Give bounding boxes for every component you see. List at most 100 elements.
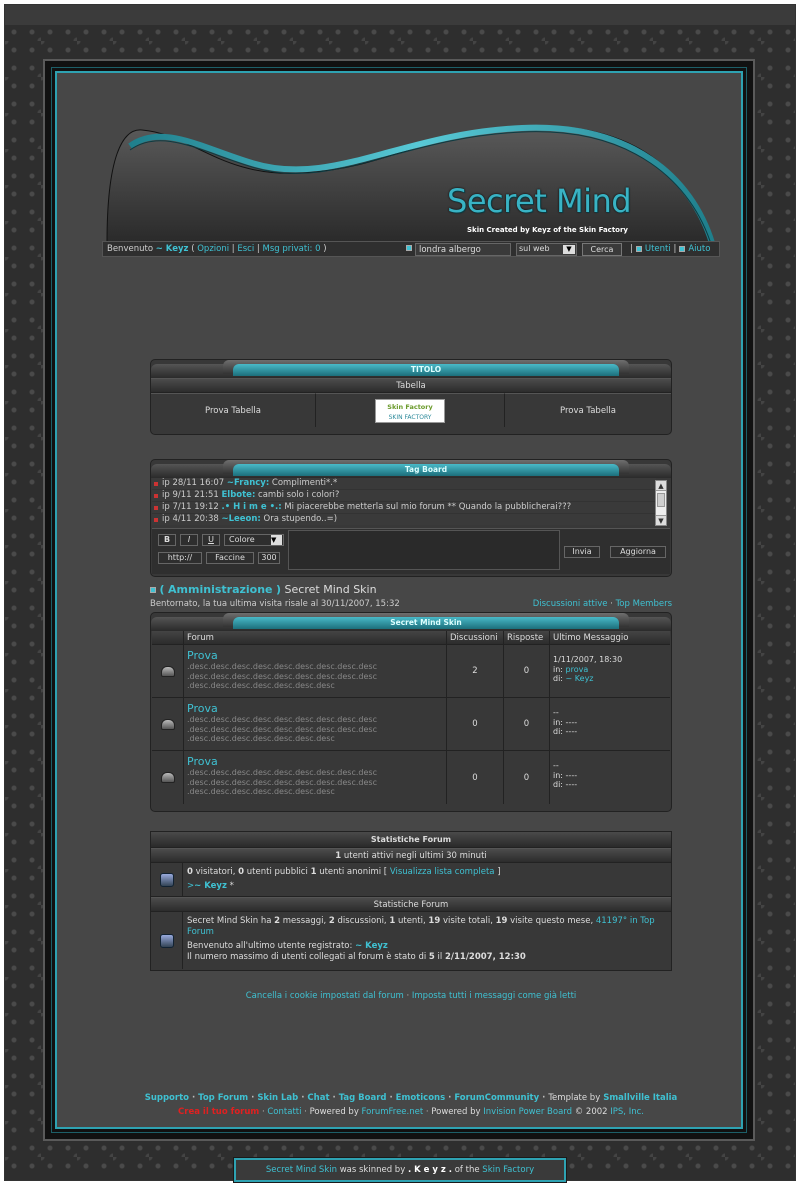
column-topics: Discussioni [447, 631, 504, 644]
content-area: Secret Mind Skin Created by Keyz of the … [51, 67, 747, 1133]
top-members-link[interactable]: Top Members [616, 599, 672, 609]
forum-link[interactable]: Prova [187, 702, 218, 715]
stats-panel: Statistiche Forum 1 utenti attivi negli … [150, 831, 672, 971]
page-background: Secret Mind Skin Created by Keyz of the … [4, 4, 796, 1181]
table-panel: TITOLO Tabella Prova Tabella Skin Factor… [150, 359, 672, 435]
reply-count: 0 [504, 645, 550, 697]
search-input[interactable] [415, 243, 511, 256]
view-full-list-link[interactable]: Visualizza lista completa [390, 867, 495, 877]
skin-name-link[interactable]: Secret Mind Skin [266, 1165, 337, 1175]
footer-link[interactable]: Top Forum [198, 1093, 248, 1103]
tagboard-messages: ip 28/11 16:07 ~Francy: Complimenti*.* i… [152, 478, 656, 525]
underline-button[interactable]: U [202, 534, 220, 546]
online-users-row: 0 visitatori, 0 utenti pubblici 1 utenti… [151, 863, 671, 897]
board-actions: Cancella i cookie impostati dal forum · … [245, 991, 577, 1001]
forum-panel: Secret Mind Skin Forum Discussioni Rispo… [150, 612, 672, 812]
stats-subtitle: Statistiche Forum [151, 897, 671, 912]
logo-subtitle: Skin Created by Keyz of the Skin Factory [467, 226, 628, 234]
newest-member-link[interactable]: ~ Keyz [355, 941, 388, 951]
italic-button[interactable]: I [180, 534, 198, 546]
ipb-link[interactable]: Invision Power Board [483, 1107, 572, 1117]
users-link[interactable]: Utenti [645, 244, 671, 254]
help-icon [679, 245, 686, 252]
footer-link[interactable]: Skin Lab [257, 1093, 298, 1103]
send-button[interactable]: Invia [564, 546, 600, 558]
tagboard-scrollbar[interactable]: ▲ ▼ [655, 480, 667, 526]
template-author-link[interactable]: Smallville Italia [603, 1093, 677, 1103]
welcome-label: Benvenuto [107, 244, 154, 254]
last-post: -- in: ---- di: ---- [553, 708, 578, 736]
footer-link[interactable]: Tag Board [339, 1093, 387, 1103]
reply-count: 0 [504, 698, 550, 750]
active-users-bar: 1 utenti attivi negli ultimi 30 minuti [151, 848, 671, 863]
active-topics-link[interactable]: Discussioni attive [533, 599, 608, 609]
welcome-back-text: Bentornato, la tua ultima visita risale … [150, 599, 400, 609]
panel-tab: Secret Mind Skin [151, 613, 671, 631]
tag-message: ip 7/11 19:12 .• H i m e •.: Mi piacereb… [152, 502, 656, 514]
stats-title: Statistiche Forum [151, 832, 671, 848]
forum-table: Forum Discussioni Risposte Ultimo Messag… [152, 631, 670, 804]
help-link[interactable]: Aiuto [688, 244, 710, 254]
users-online-icon [151, 863, 183, 896]
category-link[interactable]: Amministrazione [168, 583, 272, 596]
topic-count: 0 [447, 751, 504, 804]
footer-link[interactable]: Emoticons [396, 1093, 445, 1103]
forum-link[interactable]: Prova [187, 649, 218, 662]
create-forum-link[interactable]: Crea il tuo forum [178, 1107, 259, 1117]
skin-factory-logo: Skin Factory SKIN FACTORY [375, 398, 445, 423]
message-textarea[interactable] [288, 530, 560, 570]
header-banner: Secret Mind Skin Created by Keyz of the … [102, 118, 720, 248]
column-forum: Forum [184, 631, 447, 644]
topic-count: 2 [447, 645, 504, 697]
chevron-down-icon: ▼ [563, 245, 575, 254]
forum-description: .desc.desc.desc.desc.desc.desc.desc.desc… [187, 768, 377, 796]
search-button[interactable]: Cerca [582, 243, 622, 256]
footer-link[interactable]: Supporto [145, 1093, 189, 1103]
color-select[interactable]: Colore ▼ [224, 534, 284, 546]
last-post-author-link[interactable]: ~ Keyz [566, 674, 594, 683]
ip-marker-icon [154, 506, 158, 510]
forumfree-link[interactable]: ForumFree.net [362, 1107, 424, 1117]
paren-close: ) [323, 244, 327, 254]
paren-open: ( [159, 583, 165, 596]
panel-tab: Tag Board [151, 460, 671, 478]
smilies-button[interactable]: Faccine [206, 552, 254, 564]
last-post-topic-link[interactable]: prova [566, 665, 589, 674]
contacts-link[interactable]: Contatti [267, 1107, 301, 1117]
search-scope-select[interactable]: sul web ▼ [516, 243, 577, 256]
options-link[interactable]: Opzioni [197, 244, 229, 254]
scroll-up-icon[interactable]: ▲ [656, 481, 666, 491]
skin-factory-link[interactable]: Skin Factory [482, 1165, 534, 1175]
forum-description: .desc.desc.desc.desc.desc.desc.desc.desc… [187, 715, 377, 743]
refresh-button[interactable]: Aggiorna [610, 546, 666, 558]
user-bar: Benvenuto ~ Keyz ( Opzioni | Esci | Msg … [102, 241, 720, 257]
footer-link[interactable]: Chat [307, 1093, 329, 1103]
panel-title: TITOLO [233, 364, 619, 376]
separator: | [231, 244, 235, 254]
collapse-icon[interactable] [150, 587, 156, 593]
paren-open: ( [191, 244, 195, 254]
scroll-thumb[interactable] [657, 493, 665, 507]
private-messages-link[interactable]: Msg privati: 0 [263, 244, 321, 254]
panel-tab: TITOLO [151, 360, 671, 378]
bold-button[interactable]: B [158, 534, 176, 546]
last-post: -- in: ---- di: ---- [553, 761, 578, 789]
mark-all-read-link[interactable]: Imposta tutti i messaggi come già letti [412, 991, 576, 1001]
scroll-down-icon[interactable]: ▼ [656, 515, 666, 525]
logout-link[interactable]: Esci [237, 244, 254, 254]
clear-cookies-link[interactable]: Cancella i cookie impostati dal forum [246, 991, 404, 1001]
user-link[interactable]: ~ Keyz [156, 244, 189, 254]
online-user-link[interactable]: ~ Keyz [194, 881, 227, 891]
footer: Supporto · Top Forum · Skin Lab · Chat ·… [144, 1093, 678, 1117]
search-scope-value: sul web [519, 244, 550, 253]
ips-link[interactable]: IPS, Inc. [610, 1107, 644, 1117]
forum-link[interactable]: Prova [187, 755, 218, 768]
link-button[interactable]: http:// [158, 552, 202, 564]
chevron-down-icon: ▼ [271, 535, 282, 545]
footer-link[interactable]: ForumCommunity [454, 1093, 539, 1103]
skin-credit: Secret Mind Skin was skinned by . K e y … [233, 1157, 567, 1183]
tag-message: ip 4/11 20:38 ~Leeon: Ora stupendo..=) [152, 514, 656, 525]
table-row: Prova .desc.desc.desc.desc.desc.desc.desc… [152, 698, 670, 751]
forum-title: Secret Mind Skin [233, 617, 619, 629]
tagboard-title: Tag Board [233, 464, 619, 476]
